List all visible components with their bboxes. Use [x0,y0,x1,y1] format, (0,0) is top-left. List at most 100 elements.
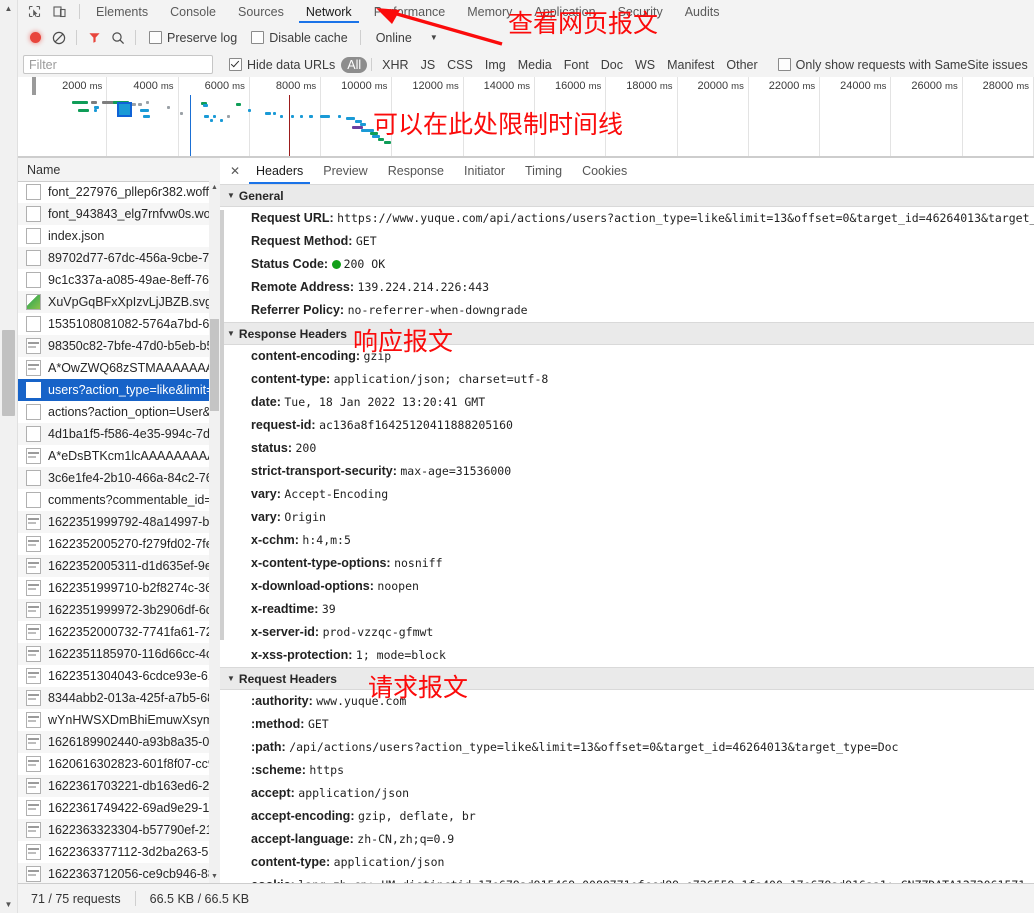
request-list-item[interactable]: 1622351999710-b2f8274c-36b5 [17,577,220,599]
samesite-issues-box[interactable] [777,58,791,71]
scroll-up-arrow-icon[interactable]: ▲ [0,0,17,17]
request-list-item[interactable]: 1622352000732-7741fa61-72b9 [17,621,220,643]
network-overview[interactable]: 2000 ms 4000 ms 6000 ms 8000 ms 10000 ms 1200… [17,77,1034,158]
request-list-item[interactable]: 1622351304043-6cdce93e-612 [17,665,220,687]
type-filter-doc[interactable]: Doc [595,57,629,73]
panel-tab-memory[interactable]: Memory [456,0,523,23]
outer-page-scrollbar[interactable]: ▲ ▼ [0,0,18,913]
header-key: strict-transport-security: [251,464,397,478]
type-filter-other[interactable]: Other [720,57,763,73]
disable-cache-checkbox[interactable]: Disable cache [251,31,348,45]
close-icon[interactable]: ✕ [224,158,246,184]
request-list-item[interactable]: 1622363712056-ce9cb946-88e [17,863,220,883]
inspect-element-icon[interactable] [23,2,45,21]
request-list-item[interactable]: A*eDsBTKcm1lcAAAAAAAAA. [17,445,220,467]
requests-count: 71 / 75 requests [31,891,121,906]
detail-tab-timing[interactable]: Timing [515,158,572,184]
request-list-item[interactable]: 1622363323304-b57790ef-2191 [17,819,220,841]
request-list-item[interactable]: 1622363377112-3d2ba263-5b8 [17,841,220,863]
request-list-item[interactable]: 1620616302823-601f8f07-cc95 [17,753,220,775]
request-list-item[interactable]: 89702d77-67dc-456a-9cbe-71a [17,247,220,269]
throttling-dropdown[interactable]: Online ▼ [376,31,438,45]
scroll-down-arrow-icon[interactable]: ▼ [0,896,17,913]
detail-tab-cookies[interactable]: Cookies [572,158,637,184]
hide-data-urls-box[interactable] [229,58,242,71]
request-list-item[interactable]: 9c1c337a-a085-49ae-8eff-76d [17,269,220,291]
request-list-item[interactable]: 1626189902440-a93b8a35-0e4 [17,731,220,753]
detail-body[interactable]: ▼ General Request URL: https://www.yuque… [220,184,1034,883]
panel-tab-performance[interactable]: Performance [363,0,457,23]
resource-type-filters: All XHR JS CSS Img Media Font Doc WS Manifest Othe… [341,56,763,73]
panel-tab-sources[interactable]: Sources [227,0,295,23]
type-filter-css[interactable]: CSS [441,57,479,73]
list-scroll-down-icon[interactable]: ▼ [209,870,220,883]
type-filter-xhr[interactable]: XHR [376,57,414,73]
samesite-issues-checkbox[interactable]: Only show requests with SameSite issues [777,58,1028,72]
request-list-item[interactable]: 1622352005311-d1d635ef-9e78 [17,555,220,577]
hide-data-urls-checkbox[interactable]: Hide data URLs [229,58,335,72]
request-list-item[interactable]: 8344abb2-013a-425f-a7b5-68f [17,687,220,709]
request-list-item[interactable]: A*OwZWQ68zSTMAAAAAAA. [17,357,220,379]
request-list-item[interactable]: actions?action_option=User& [17,401,220,423]
request-list-item[interactable]: 4d1ba1f5-f586-4e35-994c-7d7 [17,423,220,445]
request-name: 1622352000732-7741fa61-72b9 [48,625,220,639]
detail-tab-initiator[interactable]: Initiator [454,158,515,184]
panel-tab-application[interactable]: Application [523,0,606,23]
overview-request-bar [279,115,283,118]
type-filter-font[interactable]: Font [558,57,595,73]
request-list-item[interactable]: 3c6e1fe4-2b10-466a-84c2-76d [17,467,220,489]
outer-scrollbar-thumb[interactable] [2,330,15,416]
request-list-item[interactable]: 1535108081082-5764a7bd-6b6 [17,313,220,335]
request-list-item[interactable]: 1622351185970-116d66cc-4c9 [17,643,220,665]
request-list-item[interactable]: index.json [17,225,220,247]
preserve-log-checkbox[interactable]: Preserve log [149,31,237,45]
filter-input[interactable] [23,55,213,74]
detail-scrollbar[interactable] [220,210,226,883]
request-list-item[interactable]: 1622361703221-db163ed6-278 [17,775,220,797]
panel-tab-security[interactable]: Security [607,0,674,23]
filter-funnel-icon[interactable] [82,27,106,49]
search-icon[interactable] [106,27,130,49]
request-list-item[interactable]: 1622352005270-f279fd02-7fee [17,533,220,555]
request-list-item[interactable]: users?action_type=like&limit= [17,379,220,401]
disable-cache-box[interactable] [251,31,265,44]
type-filter-ws[interactable]: WS [629,57,661,73]
panel-tab-elements[interactable]: Elements [85,0,159,23]
request-list-item[interactable]: 1622361749422-69ad9e29-194 [17,797,220,819]
request-list-scroll-thumb[interactable] [210,319,219,411]
request-list-item[interactable]: 1622351999972-3b2906df-6d1 [17,599,220,621]
request-list-item[interactable]: wYnHWSXDmBhiEmuwXsym.p [17,709,220,731]
detail-tab-headers[interactable]: Headers [246,158,313,184]
list-scroll-up-icon[interactable]: ▲ [209,181,220,194]
type-filter-media[interactable]: Media [512,57,558,73]
device-toolbar-icon[interactable] [48,2,70,21]
preserve-log-box[interactable] [149,31,162,44]
clear-icon[interactable] [47,27,71,49]
response-headers-section-header[interactable]: ▼ Response Headers [220,322,1034,345]
overview-request-bar [140,109,149,112]
request-headers-section-header[interactable]: ▼ Request Headers [220,667,1034,690]
type-filter-js[interactable]: JS [415,57,442,73]
panel-tab-console[interactable]: Console [159,0,227,23]
generic-file-icon [26,250,41,266]
request-list-item[interactable]: font_943843_elg7rnfvw0s.woff [17,203,220,225]
detail-tab-response[interactable]: Response [378,158,454,184]
type-filter-all[interactable]: All [341,56,368,73]
detail-tab-preview[interactable]: Preview [313,158,377,184]
request-list-scrollbar[interactable]: ▲ ▼ [209,181,220,883]
detail-scroll-thumb[interactable] [220,210,224,640]
panel-tab-network[interactable]: Network [295,0,363,23]
request-list-item[interactable]: comments?commentable_id=4 [17,489,220,511]
general-section-header[interactable]: ▼ General [220,184,1034,207]
panel-tab-audits[interactable]: Audits [674,0,731,23]
request-list-item[interactable]: font_227976_pllep6r382.woff2 [17,181,220,203]
type-filter-manifest[interactable]: Manifest [661,57,720,73]
record-icon[interactable] [23,27,47,49]
request-list-item[interactable]: XuVpGqBFxXpIzvLjJBZB.svg [17,291,220,313]
type-filter-img[interactable]: Img [479,57,512,73]
ruler-tick-label: 20000 ms [697,80,744,92]
request-list-item[interactable]: 1622351999792-48a14997-ba5 [17,511,220,533]
header-row: accept-encoding: gzip, deflate, br [220,805,1034,828]
request-list-item[interactable]: 98350c82-7bfe-47d0-b5eb-b5. [17,335,220,357]
request-list-header[interactable]: Name [17,158,220,182]
